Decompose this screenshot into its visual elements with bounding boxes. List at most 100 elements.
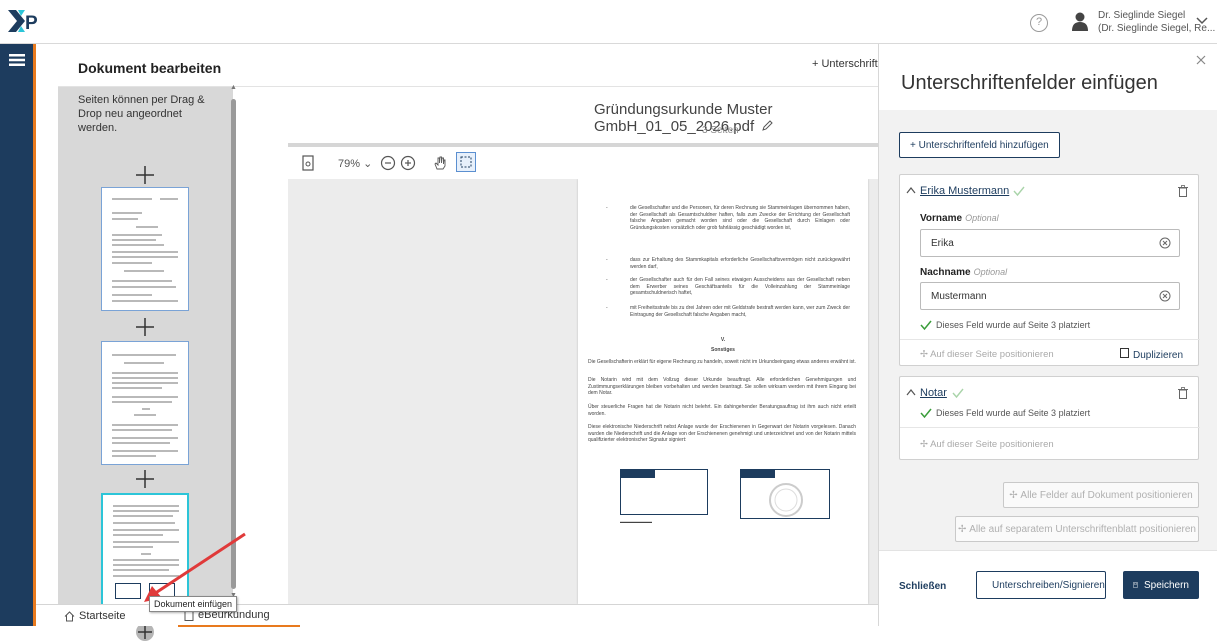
document-area: Gründungsurkunde Muster GmbH_01_05_2026.…: [288, 87, 878, 604]
last-name-value: Mustermann: [931, 291, 987, 302]
chevron-up-icon[interactable]: [906, 187, 916, 194]
page-paragraph-3: Über steuerliche Fragen hat die Notarin …: [588, 404, 856, 417]
save-button[interactable]: Speichern: [1123, 571, 1199, 599]
home-icon: [64, 610, 75, 621]
signature-field-erika[interactable]: [620, 469, 708, 515]
section-number: V.: [720, 337, 726, 343]
all-on-separate-sheet-text: Alle auf separatem Unterschriftenblatt p…: [969, 523, 1196, 535]
card-name[interactable]: Notar: [920, 387, 947, 399]
duplicate-text: Duplizieren: [1133, 350, 1184, 361]
signature-field-header: [621, 470, 655, 478]
trash-icon[interactable]: [1178, 185, 1188, 197]
pages-panel: Seiten können per Drag & Drop neu angeor…: [58, 87, 233, 641]
bullet-dash: -: [606, 205, 608, 211]
edit-pencil-icon[interactable]: [762, 120, 774, 131]
sign-button[interactable]: Unterschreiben/Signieren: [976, 571, 1106, 599]
all-on-separate-sheet-button[interactable]: ✢ Alle auf separatem Unterschriftenblatt…: [955, 516, 1199, 542]
tab-startseite-label: Startseite: [79, 610, 126, 622]
card-header[interactable]: Notar: [900, 377, 1200, 407]
bullet-dash: -: [606, 305, 608, 311]
signature-field-caption: ▬▬▬▬▬▬▬▬: [620, 519, 652, 524]
page-bullet-4: mit Freiheitsstrafe bis zu drei Jahren o…: [630, 305, 850, 318]
top-bar: P ? Dr. Sieglinde Siegel (Dr. Sieglinde …: [0, 0, 1217, 44]
last-name-input[interactable]: Mustermann: [920, 282, 1180, 310]
duplicate-icon: [1120, 348, 1129, 358]
close-icon[interactable]: [1195, 54, 1207, 66]
card-header[interactable]: Erika Mustermann: [900, 175, 1200, 205]
viewer-toolbar: 79% ⌄: [288, 147, 878, 179]
placed-info: Dieses Feld wurde auf Seite 3 platziert: [936, 320, 1091, 330]
last-name-label: Nachname Optional: [920, 267, 1007, 278]
check-icon: [920, 320, 932, 331]
seal-icon: [769, 483, 803, 517]
clear-input-icon[interactable]: [1159, 237, 1171, 249]
card-name[interactable]: Erika Mustermann: [920, 185, 1009, 197]
scroll-up-arrow[interactable]: ▲: [230, 84, 237, 91]
trash-icon[interactable]: [1178, 387, 1188, 399]
fit-page-icon[interactable]: [300, 155, 316, 171]
zoom-in-icon[interactable]: [400, 155, 416, 171]
help-icon[interactable]: ?: [1030, 14, 1048, 32]
first-name-label-text: Vorname: [920, 213, 963, 224]
page-thumbnail-2[interactable]: [101, 341, 189, 465]
zoom-out-icon[interactable]: [380, 155, 396, 171]
bullet-dash: -: [606, 257, 608, 263]
pages-hint: Seiten können per Drag & Drop neu angeor…: [78, 94, 205, 134]
insert-document-plus-icon[interactable]: [135, 469, 155, 489]
section-title: Sonstiges: [711, 347, 735, 353]
all-fields-on-document-button[interactable]: ✢ Alle Felder auf Dokument positionieren: [1003, 482, 1199, 508]
bullet-dash: -: [606, 277, 608, 283]
position-on-page-text: Auf dieser Seite positionieren: [930, 439, 1054, 450]
document-page: - die Gesellschafter und die Personen, f…: [578, 179, 868, 604]
select-area-icon[interactable]: [456, 152, 476, 172]
hand-pan-icon[interactable]: [432, 155, 448, 171]
tooltip: Dokument einfügen: [149, 596, 238, 612]
optional-hint: Optional: [973, 267, 1008, 277]
signature-card-notar: Notar Dieses Feld wurde auf Seite 3 plat…: [899, 376, 1200, 460]
svg-text:P: P: [25, 13, 38, 34]
add-signature-link[interactable]: + Unterschrifte: [812, 58, 884, 70]
signature-fields-panel: Unterschriftenfelder einfügen + Untersch…: [878, 44, 1217, 626]
chevron-up-icon[interactable]: [906, 389, 916, 396]
document-editor: Dokument bearbeiten + Unterschrifte Seit…: [36, 44, 884, 641]
page-bullet-1: die Gesellschafter und die Personen, für…: [630, 205, 850, 231]
chevron-down-icon[interactable]: [1196, 16, 1208, 26]
page-thumbnail-1[interactable]: [101, 187, 189, 311]
signature-card-erika: Erika Mustermann Vorname Optional Erika N…: [899, 174, 1200, 366]
zoom-value: 79%: [338, 158, 361, 170]
app-logo[interactable]: P: [8, 8, 42, 34]
first-name-input[interactable]: Erika: [920, 229, 1180, 257]
first-name-value: Erika: [931, 238, 954, 249]
page-bullet-2: dass zur Erhaltung des Stammkapitals erf…: [630, 257, 850, 270]
last-name-label-text: Nachname: [920, 267, 971, 278]
position-on-page-text: Auf dieser Seite positionieren: [930, 349, 1054, 360]
check-icon: [1013, 186, 1025, 197]
signature-field-notar[interactable]: [740, 469, 830, 519]
clear-input-icon[interactable]: [1159, 290, 1171, 302]
document-page-count: 3 Seiten: [702, 125, 739, 136]
optional-hint: Optional: [965, 213, 999, 223]
close-button[interactable]: Schließen: [899, 581, 946, 592]
check-icon: [920, 408, 932, 419]
hamburger-menu-icon[interactable]: [9, 53, 25, 67]
save-button-text: Speichern: [1143, 579, 1189, 591]
position-on-page-link: ✢ Auf dieser Seite positionieren: [920, 439, 1054, 450]
left-nav: [0, 44, 36, 626]
pages-scrollbar[interactable]: [231, 99, 236, 589]
user-icon[interactable]: [1072, 11, 1088, 33]
page-paragraph-2: Die Notarin wird mit dem Vollzug dieser …: [588, 377, 856, 396]
page-paragraph-4: Diese elektronische Niederschrift nebst …: [588, 424, 856, 443]
insert-document-plus-icon[interactable]: [135, 165, 155, 185]
zoom-select[interactable]: 79% ⌄: [338, 157, 372, 170]
placed-info: Dieses Feld wurde auf Seite 3 platziert: [936, 408, 1091, 418]
check-icon: [952, 388, 964, 399]
page-paragraph-1: Die Gesellschafterin erklärt für eigene …: [588, 359, 856, 365]
all-fields-on-document-text: Alle Felder auf Dokument positionieren: [1020, 489, 1193, 501]
document-viewer[interactable]: - die Gesellschafter und die Personen, f…: [288, 179, 878, 604]
sign-button-text: Unterschreiben/Signieren: [992, 579, 1105, 591]
panel-footer: Schließen Unterschreiben/Signieren Speic…: [879, 550, 1217, 626]
add-signature-field-button[interactable]: + Unterschriftenfeld hinzufügen: [899, 132, 1060, 158]
duplicate-link[interactable]: Duplizieren: [1120, 348, 1183, 361]
insert-document-plus-icon[interactable]: [135, 317, 155, 337]
card-divider: [900, 339, 1200, 340]
